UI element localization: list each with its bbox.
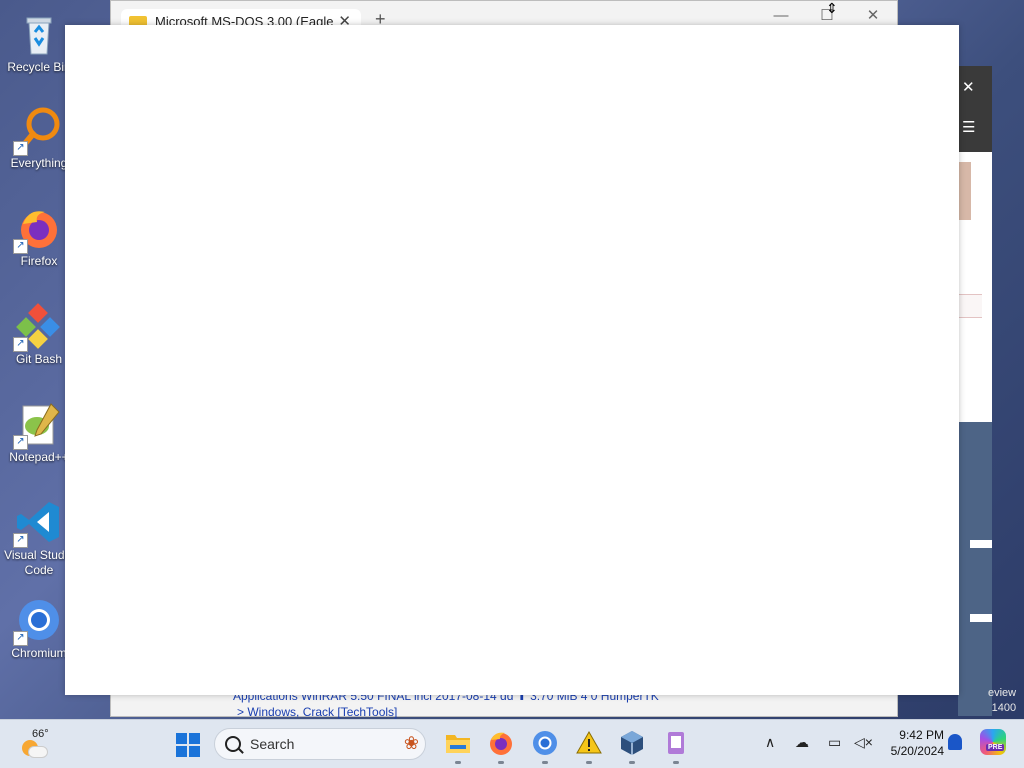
windows-logo-pane (189, 733, 200, 744)
taskbar: 66° Search ❀ ∧ ☁ ▭ ◁× 9:42 PM 5/20/2024 … (0, 719, 1024, 768)
image-bar (970, 540, 992, 548)
virtualbox-icon (621, 731, 643, 755)
shortcut-arrow-icon: ↗ (13, 239, 28, 254)
chromium-icon (533, 731, 557, 755)
image-bar (970, 614, 992, 622)
running-indicator (629, 761, 635, 764)
onedrive-offline-icon[interactable]: ☁ (795, 734, 809, 751)
volume-muted-icon[interactable]: ◁× (854, 734, 873, 751)
copilot-preview-badge: PRE (986, 744, 1005, 751)
running-indicator (498, 761, 504, 764)
background-window-right[interactable]: ✕ ☰ (958, 66, 992, 716)
notepad-plus-plus-icon: ↗ (13, 400, 63, 450)
chromium-icon: ↗ (13, 596, 63, 646)
taskbar-chromium[interactable] (531, 729, 559, 764)
thumbnail-block (958, 162, 971, 220)
shortcut-arrow-icon: ↗ (13, 533, 28, 548)
git-bash-icon: ↗ (13, 302, 63, 352)
file-explorer-icon (446, 735, 470, 753)
taskbar-file-explorer[interactable] (444, 729, 472, 764)
blank-window[interactable] (65, 25, 959, 695)
taskbar-virtualbox[interactable] (618, 729, 646, 764)
search-placeholder: Search (250, 736, 295, 752)
weather-cloud-icon (28, 746, 48, 758)
menu-icon[interactable]: ☰ (962, 118, 975, 136)
table-row-link[interactable]: > Windows, Crack [TechTools] (237, 705, 397, 719)
windows-logo-pane (176, 746, 187, 757)
image-area (958, 422, 992, 716)
notepad-app-icon (668, 732, 684, 754)
taskbar-firefox[interactable] (487, 729, 515, 764)
firefox-icon: ↗ (13, 204, 63, 254)
vscode-icon: ↗ (13, 498, 63, 548)
shortcut-arrow-icon: ↗ (13, 631, 28, 646)
shortcut-arrow-icon: ↗ (13, 435, 28, 450)
preview-label: eview 1400 (988, 687, 1017, 714)
taskbar-warning-app[interactable] (575, 729, 603, 764)
copilot-icon[interactable]: PRE (980, 729, 1006, 755)
windows-logo-pane (189, 746, 200, 757)
system-clock[interactable]: 9:42 PM 5/20/2024 (884, 727, 944, 759)
everything-search-icon: ↗ (13, 106, 63, 156)
recycle-bin-icon (15, 10, 63, 58)
running-indicator (673, 761, 679, 764)
warning-app-icon (576, 730, 602, 754)
windows-logo-icon (176, 733, 187, 744)
tray-overflow-chevron[interactable]: ∧ (765, 734, 775, 751)
running-indicator (586, 761, 592, 764)
shortcut-arrow-icon: ↗ (13, 141, 28, 156)
weather-temperature: 66° (32, 728, 49, 740)
firefox-icon (490, 732, 512, 755)
clock-date: 5/20/2024 (890, 744, 944, 758)
mouse-cursor-icon: ⇕ (826, 0, 838, 16)
taskbar-notepad[interactable] (662, 729, 690, 764)
network-display-icon[interactable]: ▭ (828, 734, 841, 751)
running-indicator (542, 761, 548, 764)
taskbar-search-box[interactable]: Search ❀ (214, 728, 426, 760)
search-icon (225, 736, 241, 752)
running-indicator (455, 761, 461, 764)
notification-bell-icon[interactable] (948, 734, 962, 750)
window-header: ✕ ☰ (958, 66, 992, 152)
weather-widget[interactable]: 66° (20, 728, 60, 760)
close-icon[interactable]: ✕ (962, 78, 975, 96)
start-button[interactable] (176, 733, 200, 757)
shortcut-arrow-icon: ↗ (13, 337, 28, 352)
search-highlight-icon: ❀ (403, 733, 419, 753)
input-strip (958, 294, 982, 318)
clock-time: 9:42 PM (899, 728, 944, 742)
